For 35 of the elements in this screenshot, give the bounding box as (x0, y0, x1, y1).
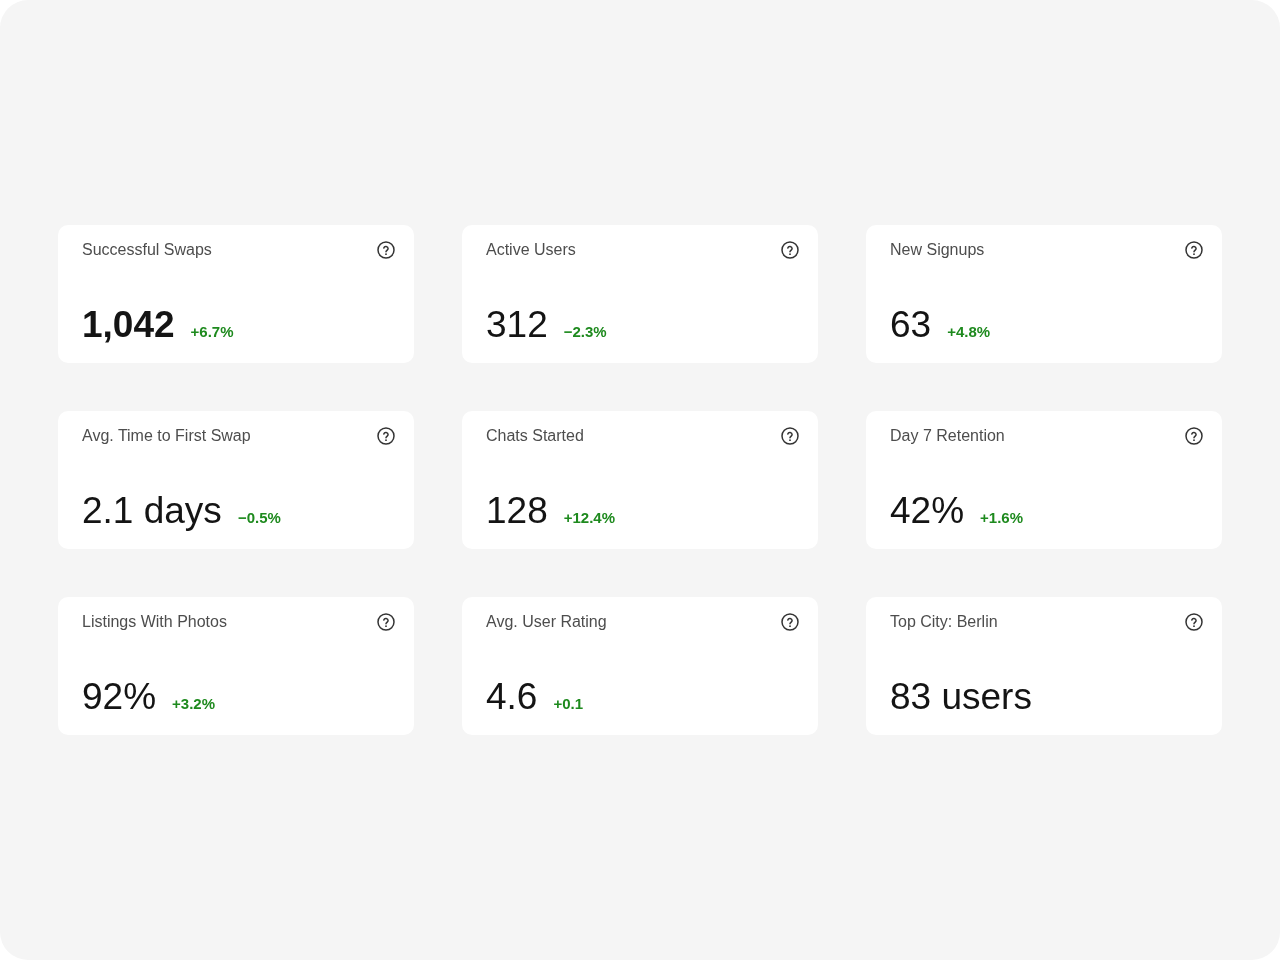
change-percentage: −2.3% (563, 323, 607, 341)
change-percentage: +3.2% (172, 695, 215, 713)
metric-value: 128 (486, 491, 548, 531)
change-percentage: +12.4% (563, 509, 616, 527)
help-icon[interactable] (1185, 613, 1203, 631)
metric-value: 2.1 days (82, 491, 222, 531)
metric-title: New Signups (890, 240, 985, 260)
change-percentage: +1.6% (980, 509, 1023, 527)
help-icon[interactable] (1185, 427, 1203, 445)
help-icon[interactable] (377, 613, 395, 631)
metric-value: 4.6 (486, 677, 538, 717)
metric-value: 312 (486, 305, 548, 345)
metric-title: Chats Started (486, 426, 584, 446)
metric-title: Successful Swaps (82, 240, 212, 260)
metric-title: Active Users (486, 240, 576, 260)
metric-title: Listings With Photos (82, 612, 227, 632)
metric-title: Avg. Time to First Swap (82, 426, 251, 446)
help-icon[interactable] (781, 427, 799, 445)
change-percentage: +6.7% (190, 323, 234, 341)
metric-value: 92% (82, 677, 157, 717)
metric-title: Avg. User Rating (486, 612, 607, 632)
change-percentage: +4.8% (947, 323, 991, 341)
help-icon[interactable] (377, 241, 395, 259)
metric-value: 42% (890, 491, 965, 531)
help-icon[interactable] (781, 613, 799, 631)
change-percentage: −0.5% (237, 509, 281, 527)
help-icon[interactable] (781, 241, 799, 259)
help-icon[interactable] (377, 427, 395, 445)
change-percentage: +0.1 (553, 695, 584, 713)
metric-title: Top City: Berlin (890, 612, 998, 632)
metric-value: 63 (890, 305, 932, 345)
metric-title: Day 7 Retention (890, 426, 1005, 446)
metric-value: 83 users (890, 677, 1032, 717)
metric-value: 1,042 (82, 305, 175, 345)
help-icon[interactable] (1185, 241, 1203, 259)
